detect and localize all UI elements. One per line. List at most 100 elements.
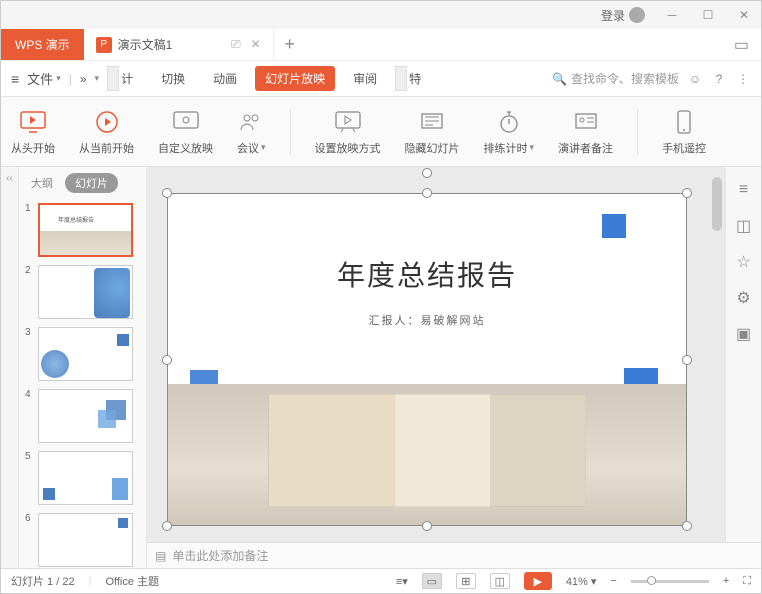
blue-square-decoration [602,214,626,238]
speaker-notes-button[interactable]: 演讲者备注 [558,108,613,156]
clipboard-icon[interactable]: ▣ [735,325,753,343]
rotate-handle[interactable] [422,168,432,178]
from-current-button[interactable]: 从当前开始 [79,108,134,156]
menu-collapse-icon[interactable]: ⋮ [735,71,751,87]
from-start-label: 从头开始 [11,140,55,156]
panel-collapse[interactable]: ‹‹ [1,167,19,570]
slide-selection[interactable]: 年度总结报告 汇报人：易破解网站 [167,193,687,526]
menu-slideshow[interactable]: 幻灯片放映 [255,66,335,91]
phone-remote-button[interactable]: 手机遥控 [662,108,706,156]
slide-thumb-4[interactable] [38,389,133,443]
chat-icon[interactable]: ☺ [687,71,703,87]
resize-handle[interactable] [422,521,432,531]
menubar: ≡ 文件 ▾ | » ▾ 计 切换 动画 幻灯片放映 审阅 特 🔍 查找命令、搜… [1,61,761,97]
slide-thumb-5[interactable] [38,451,133,505]
slide-thumb-3[interactable] [38,327,133,381]
resize-handle[interactable] [162,355,172,365]
theme-name: Office 主题 [105,573,159,589]
menu-review[interactable]: 审阅 [343,66,387,91]
resize-handle[interactable] [162,188,172,198]
resize-handle[interactable] [682,188,692,198]
setup-show-button[interactable]: 设置放映方式 [315,108,381,156]
display-icon[interactable]: ⎚ [231,37,241,52]
resize-handle[interactable] [422,188,432,198]
vertical-scrollbar[interactable] [711,173,723,564]
zoom-level[interactable]: 41% ▾ [566,575,597,588]
doc-tab[interactable]: P 演示文稿1 ⎚ ✕ [84,29,274,60]
close-button[interactable]: ✕ [735,6,753,24]
slide-counter: 幻灯片 1 / 22 [11,573,75,589]
from-start-button[interactable]: 从头开始 [11,108,55,156]
doc-tab-close-icon[interactable]: ✕ [251,37,261,52]
app-tab[interactable]: WPS 演示 [1,29,84,60]
slide-canvas[interactable]: 年度总结报告 汇报人：易破解网站 [147,167,725,570]
notes-pane[interactable]: ▤ 单击此处添加备注 [147,542,761,568]
titlebar: 登录 ─ ☐ ✕ [1,1,761,29]
ribbon: 从头开始 从当前开始 自定义放映 会议▾ 设置放映方式 隐藏幻灯片 排练计时▾ … [1,97,761,167]
file-menu[interactable]: 文件 ▾ [27,69,61,88]
fit-window-button[interactable]: ⛶ [743,575,751,588]
menu-transition[interactable]: 切换 [151,66,195,91]
notes-placeholder: 单击此处添加备注 [172,547,268,564]
setup-icon [334,108,362,136]
meeting-button[interactable]: 会议▾ [237,108,266,156]
speaker-notes-label: 演讲者备注 [558,140,613,156]
slide-subtitle: 汇报人：易破解网站 [168,312,686,328]
thumb-number: 4 [25,389,33,443]
new-tab-button[interactable]: + [274,34,306,55]
slide-panel: 大纲 幻灯片 1年度总结报告 2 3 4 5 6 [19,167,147,570]
hamburger-icon[interactable]: ≡ [11,71,19,87]
file-menu-label: 文件 [27,69,53,88]
outline-tab[interactable]: 大纲 [25,173,59,193]
search-box[interactable]: 🔍 查找命令、搜索模板 [552,70,679,87]
menu-cut[interactable]: 特 [395,66,421,91]
login-button[interactable]: 登录 [601,7,645,24]
tabs-overflow-icon[interactable]: ▭ [734,35,761,55]
app-tab-label: WPS 演示 [15,36,70,53]
status-bar: 幻灯片 1 / 22 | Office 主题 ≡▾ ▭ ⊞ ◫ ▶ 41% ▾ … [1,568,761,593]
slide-photo [168,384,686,525]
chevron-down-icon: ▾ [530,142,535,153]
thumb-number: 2 [25,265,33,319]
custom-show-button[interactable]: 自定义放映 [158,108,213,156]
star-icon[interactable]: ☆ [735,253,753,271]
monitor-play-icon [19,108,47,136]
hide-slide-icon [418,108,446,136]
thumb-number: 1 [25,203,33,257]
minimize-button[interactable]: ─ [663,6,681,24]
chevron-down-icon: ▾ [261,142,266,153]
menu-more[interactable]: » [80,72,87,86]
settings-sliders-icon[interactable]: ⚙ [735,289,753,307]
resize-handle[interactable] [682,521,692,531]
layers-icon[interactable]: ◫ [735,217,753,235]
menu-design[interactable]: 计 [107,66,143,91]
hide-slide-button[interactable]: 隐藏幻灯片 [405,108,460,156]
resize-handle[interactable] [682,355,692,365]
resize-handle[interactable] [162,521,172,531]
sorter-view-button[interactable]: ⊞ [456,573,476,589]
menu-animation[interactable]: 动画 [203,66,247,91]
separator: | [69,72,72,86]
document-tabs: WPS 演示 P 演示文稿1 ⎚ ✕ + ▭ [1,29,761,61]
phone-icon [670,108,698,136]
search-icon: 🔍 [552,72,567,86]
zoom-slider[interactable] [631,580,709,583]
users-icon [237,108,265,136]
reading-view-button[interactable]: ◫ [490,573,510,589]
zoom-out-button[interactable]: − [610,575,616,587]
zoom-in-button[interactable]: + [723,575,729,587]
rehearse-button[interactable]: 排练计时▾ [484,108,535,156]
slide-thumb-1[interactable]: 年度总结报告 [38,203,133,257]
slide-thumb-2[interactable] [38,265,133,319]
help-icon[interactable]: ? [711,71,727,87]
doc-tab-label: 演示文稿1 [118,36,173,53]
maximize-button[interactable]: ☐ [699,6,717,24]
from-current-label: 从当前开始 [79,140,134,156]
normal-view-button[interactable]: ▭ [422,573,442,589]
setup-show-label: 设置放映方式 [315,140,381,156]
ribbon-separator [637,110,638,154]
slides-tab[interactable]: 幻灯片 [65,173,118,193]
play-slideshow-button[interactable]: ▶ [524,572,552,590]
notes-toggle-icon[interactable]: ≡▾ [396,575,408,588]
rail-handle-icon[interactable]: ≡ [735,181,753,199]
